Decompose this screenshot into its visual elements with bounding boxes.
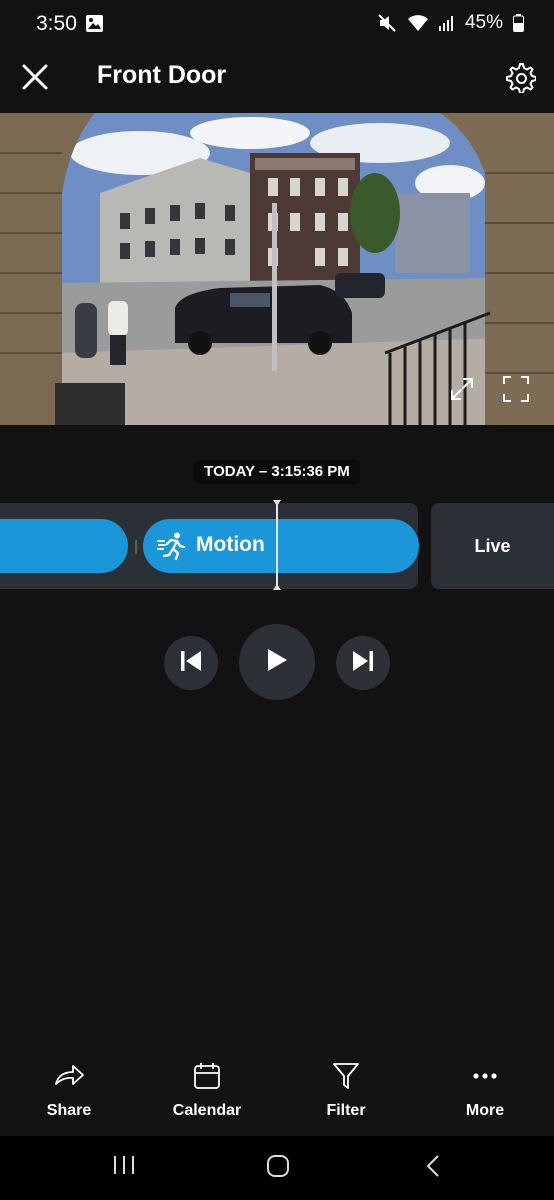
previous-event-clip[interactable]: [0, 519, 128, 573]
skip-previous-icon: [178, 648, 204, 679]
wifi-icon: [407, 14, 429, 32]
filter-label: Filter: [326, 1102, 366, 1119]
status-time: 3:50: [36, 12, 77, 35]
gear-icon[interactable]: [504, 61, 537, 94]
camera-video[interactable]: [0, 113, 554, 425]
signal-icon: [438, 15, 455, 31]
playhead[interactable]: [276, 500, 278, 590]
more-button[interactable]: More: [430, 1062, 540, 1120]
battery-level: 45%: [464, 12, 503, 33]
calendar-button[interactable]: Calendar: [152, 1062, 262, 1120]
bottom-action-bar: Share Calendar Filter More: [0, 1048, 554, 1136]
motion-event-clip[interactable]: Motion: [143, 519, 419, 573]
playhead-top-marker: [273, 500, 281, 506]
play-button[interactable]: [239, 624, 315, 700]
status-bar: 3:50 45%: [0, 0, 554, 50]
share-button[interactable]: Share: [14, 1062, 124, 1120]
close-icon[interactable]: [20, 62, 50, 92]
more-label: More: [465, 1102, 505, 1119]
timeline-divider: [135, 540, 137, 554]
playhead-bottom-marker: [273, 584, 281, 590]
expand-icon[interactable]: [448, 375, 476, 403]
filter-icon: [291, 1062, 401, 1090]
skip-next-button[interactable]: [336, 636, 390, 690]
system-nav-bar: [0, 1136, 554, 1200]
more-icon: [430, 1062, 540, 1090]
filter-button[interactable]: Filter: [291, 1062, 401, 1120]
share-label: Share: [46, 1102, 92, 1119]
recents-icon[interactable]: [112, 1154, 136, 1181]
timeline-timestamp: TODAY – 3:15:36 PM: [194, 460, 360, 484]
calendar-label: Calendar: [172, 1102, 242, 1119]
mute-icon: [377, 13, 397, 33]
play-icon: [266, 648, 288, 677]
event-timeline[interactable]: Motion: [0, 503, 419, 589]
live-button[interactable]: Live: [431, 503, 554, 589]
page-title: Front Door: [97, 61, 227, 89]
fullscreen-icon[interactable]: [502, 375, 530, 403]
photo-icon: [86, 15, 103, 32]
back-icon[interactable]: [424, 1154, 444, 1183]
header-bar: Front Door: [0, 52, 554, 104]
skip-previous-button[interactable]: [164, 636, 218, 690]
battery-icon: [513, 14, 524, 32]
skip-next-icon: [350, 648, 376, 679]
motion-label: Motion: [196, 533, 265, 556]
status-icons: 45%: [377, 12, 524, 34]
calendar-icon: [152, 1062, 262, 1090]
home-icon[interactable]: [266, 1154, 290, 1183]
share-icon: [14, 1062, 124, 1090]
motion-icon: [157, 531, 187, 561]
